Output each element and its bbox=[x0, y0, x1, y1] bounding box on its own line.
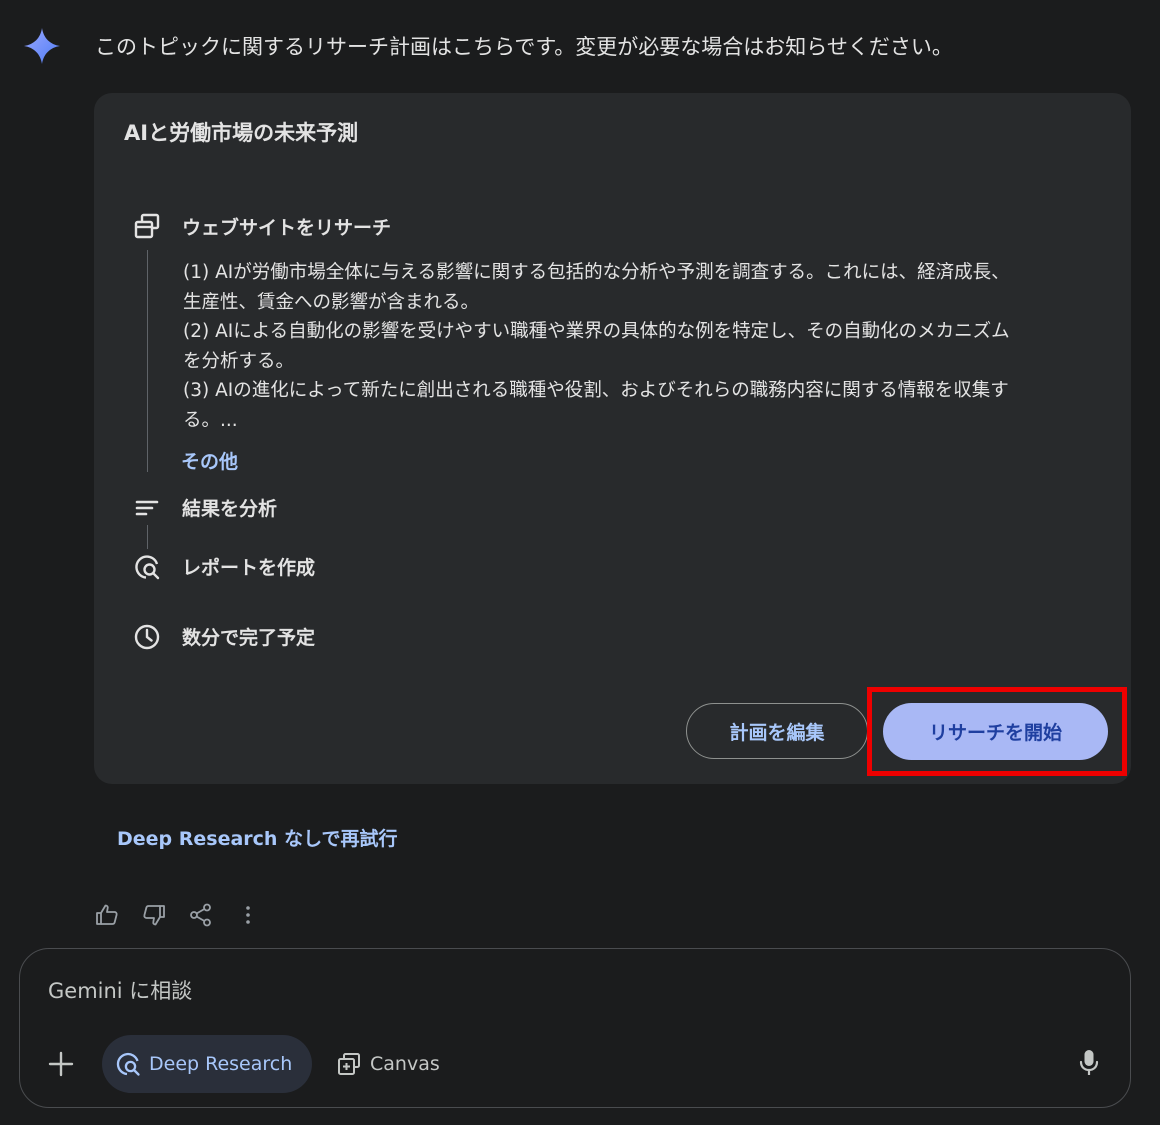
add-icon[interactable] bbox=[44, 1047, 78, 1081]
prompt-input-placeholder[interactable]: Gemini に相談 bbox=[48, 975, 192, 1005]
web-pages-icon bbox=[133, 212, 161, 240]
more-link[interactable]: その他 bbox=[181, 447, 238, 474]
report-search-icon bbox=[133, 553, 161, 581]
research-plan-card: AIと労働市場の未来予測 ウェブサイトをリサーチ (1) AIが労働市場全体に与… bbox=[94, 93, 1131, 784]
step-report-label: レポートを作成 bbox=[182, 557, 316, 579]
deep-research-tool-chip[interactable]: Deep Research bbox=[102, 1035, 312, 1093]
timeline-line bbox=[147, 250, 148, 472]
more-vert-icon[interactable] bbox=[235, 902, 261, 928]
step-detail-line: (2) AIによる自動化の影響を受けやすい職種や業界の具体的な例を特定し、その自… bbox=[183, 321, 1010, 342]
clock-icon bbox=[133, 623, 161, 651]
step-detail-line: を分析する。 bbox=[183, 350, 295, 372]
plan-title: AIと労働市場の未来予測 bbox=[124, 121, 359, 145]
start-research-button[interactable]: リサーチを開始 bbox=[883, 703, 1108, 760]
step-analyze-label: 結果を分析 bbox=[182, 498, 278, 520]
step-detail-line: (1) AIが労働市場全体に与える影響に関する包括的な分析や予測を調査する。これ… bbox=[183, 262, 1010, 283]
timeline-line bbox=[147, 525, 148, 549]
thumbs-up-icon[interactable] bbox=[94, 902, 120, 928]
step-details: (1) AIが労働市場全体に与える影響に関する包括的な分析や予測を調査する。これ… bbox=[183, 258, 1103, 435]
step-detail-line: (3) AIの進化によって新たに創出される職種や役割、およびそれらの職務内容に関… bbox=[183, 380, 1009, 401]
microphone-icon[interactable] bbox=[1076, 1048, 1102, 1078]
eta-label: 数分で完了予定 bbox=[182, 627, 316, 649]
canvas-tool-chip[interactable]: Canvas bbox=[330, 1035, 460, 1093]
deep-research-icon bbox=[115, 1051, 141, 1077]
step-detail-line: る。... bbox=[183, 409, 238, 431]
response-intro-text: このトピックに関するリサーチ計画はこちらです。変更が必要な場合はお知らせください… bbox=[95, 35, 953, 59]
retry-without-deep-research-link[interactable]: Deep Research なしで再試行 bbox=[117, 824, 398, 851]
step-web-research-label: ウェブサイトをリサーチ bbox=[182, 217, 392, 239]
deep-research-chip-label: Deep Research bbox=[149, 1053, 293, 1075]
canvas-icon bbox=[336, 1051, 362, 1077]
step-detail-line: 生産性、賃金への影響が含まれる。 bbox=[183, 291, 480, 313]
prompt-input-box[interactable]: Gemini に相談 Deep Research Canvas bbox=[19, 948, 1131, 1108]
thumbs-down-icon[interactable] bbox=[141, 902, 167, 928]
share-icon[interactable] bbox=[188, 902, 214, 928]
edit-plan-button[interactable]: 計画を編集 bbox=[686, 703, 868, 759]
canvas-chip-label: Canvas bbox=[370, 1053, 440, 1075]
analysis-lines-icon bbox=[133, 494, 161, 522]
gemini-spark-icon bbox=[22, 26, 62, 66]
